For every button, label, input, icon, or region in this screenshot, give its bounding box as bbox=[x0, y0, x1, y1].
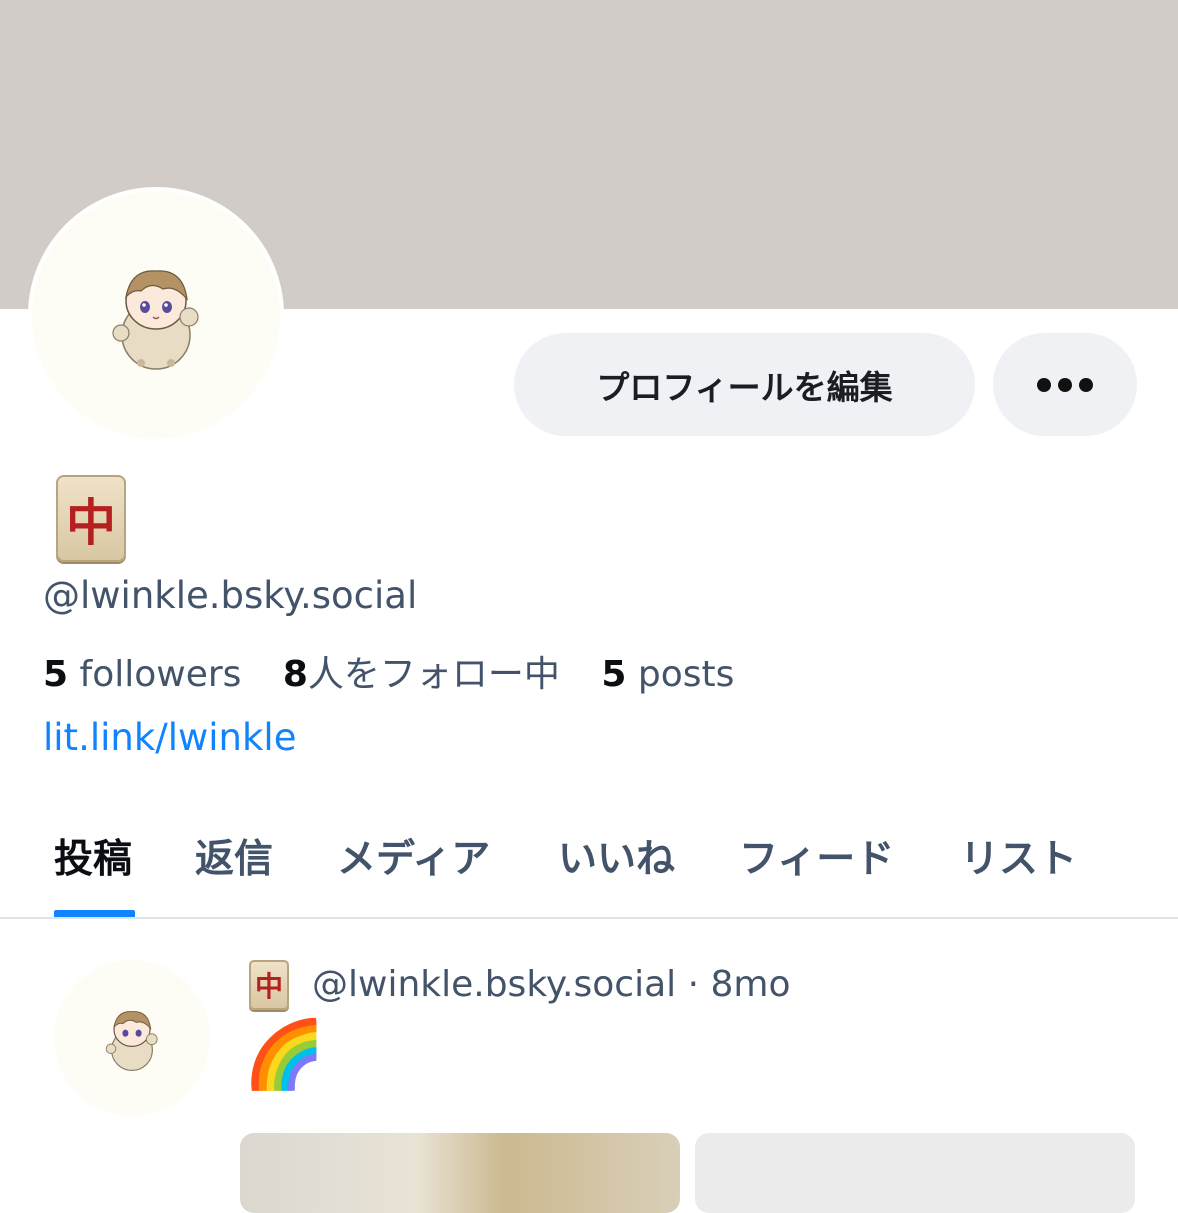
post-image-1[interactable] bbox=[240, 1133, 680, 1213]
followers-stat[interactable]: 5 followers bbox=[43, 654, 241, 695]
more-options-button[interactable] bbox=[993, 333, 1137, 436]
post-timestamp[interactable]: 8mo bbox=[711, 964, 791, 1005]
posts-stat: 5 posts bbox=[601, 654, 734, 695]
post-text-rainbow-icon: 🌈 bbox=[243, 1016, 326, 1093]
profile-avatar[interactable] bbox=[28, 187, 284, 443]
profile-tabs: 投稿 返信 メディア いいね フィード リスト bbox=[0, 800, 1178, 918]
chibi-character-avatar-icon bbox=[105, 1011, 158, 1071]
chibi-character-avatar-icon bbox=[112, 270, 199, 370]
followers-label: followers bbox=[79, 654, 242, 695]
more-dots-icon bbox=[1037, 377, 1093, 392]
post-image-2[interactable] bbox=[695, 1133, 1135, 1213]
post-header: @lwinkle.bsky.social · 8mo bbox=[312, 964, 791, 1005]
profile-handle: @lwinkle.bsky.social bbox=[43, 574, 418, 617]
tab-replies[interactable]: 返信 bbox=[195, 828, 273, 884]
post-author-avatar[interactable] bbox=[54, 960, 210, 1116]
posts-count: 5 bbox=[601, 654, 627, 695]
tab-media[interactable]: メディア bbox=[337, 828, 490, 884]
profile-stats: 5 followers 8人をフォロー中 5 posts bbox=[43, 645, 734, 697]
profile-link[interactable]: lit.link/lwinkle bbox=[43, 716, 296, 759]
following-count: 8 bbox=[282, 654, 308, 695]
post-author-mahjong-icon: 中 bbox=[249, 960, 289, 1010]
tab-feeds[interactable]: フィード bbox=[739, 828, 894, 884]
post-separator: · bbox=[687, 964, 700, 1005]
tab-lists[interactable]: リスト bbox=[960, 828, 1077, 884]
edit-profile-button[interactable]: プロフィールを編集 bbox=[514, 333, 975, 436]
posts-label: posts bbox=[637, 654, 735, 695]
following-label: 人をフォロー中 bbox=[307, 654, 560, 695]
post-author-handle[interactable]: @lwinkle.bsky.social bbox=[312, 964, 676, 1005]
tab-posts[interactable]: 投稿 bbox=[54, 828, 132, 884]
tab-likes[interactable]: いいね bbox=[558, 828, 675, 884]
tabs-divider bbox=[0, 917, 1178, 919]
following-stat[interactable]: 8人をフォロー中 bbox=[283, 654, 560, 695]
display-name-mahjong-icon: 中 bbox=[56, 475, 126, 562]
followers-count: 5 bbox=[43, 654, 69, 695]
